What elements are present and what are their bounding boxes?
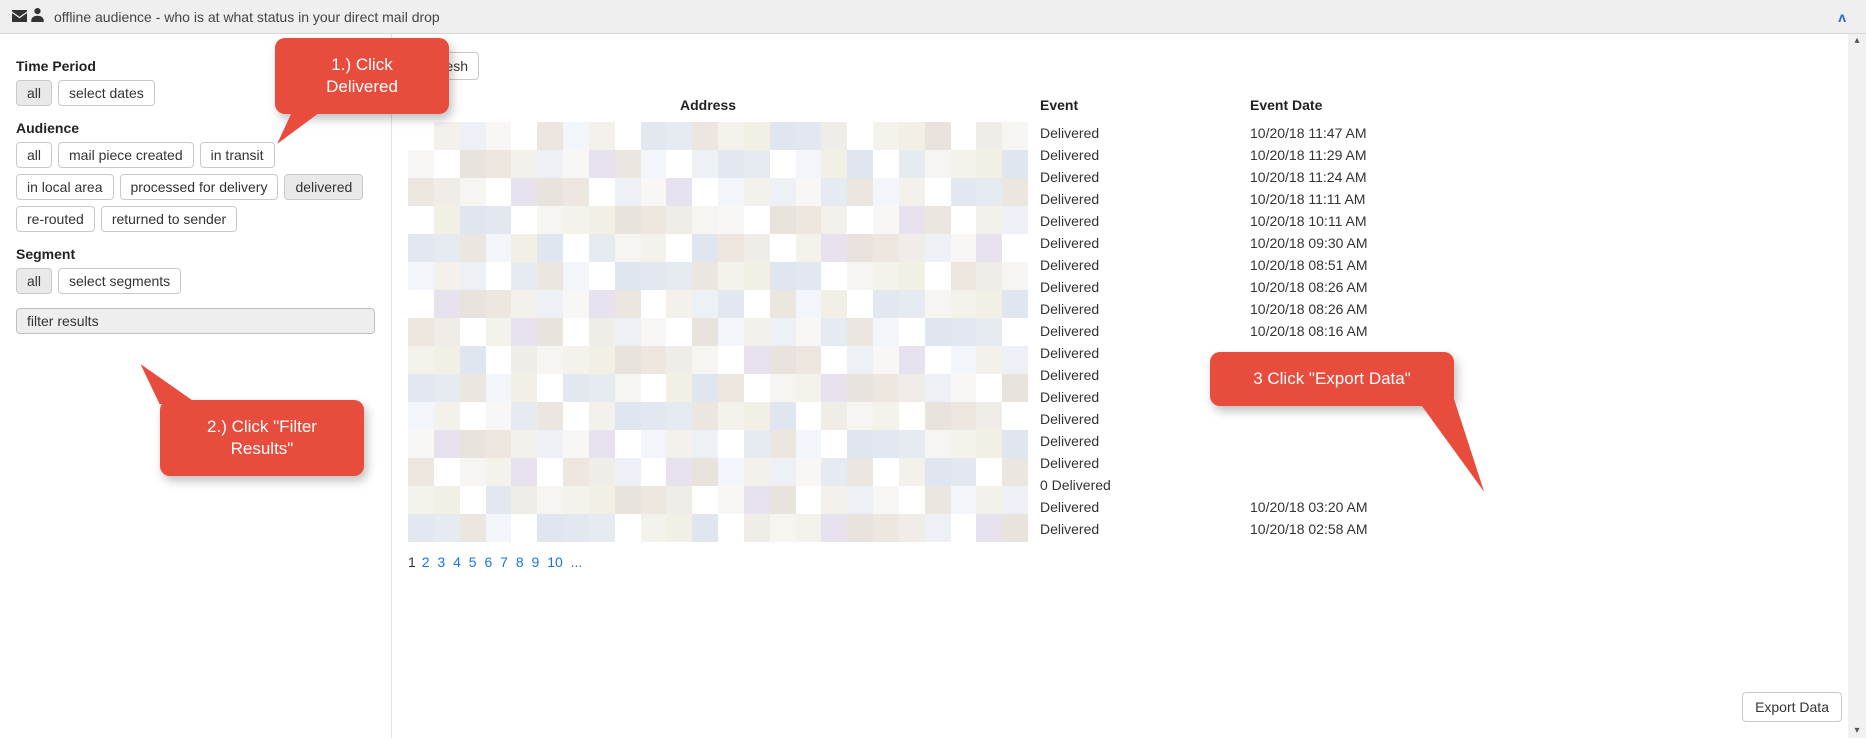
cell-event_date: 10/20/18 08:51 AM (1250, 257, 1490, 273)
cell-event: Delivered (1040, 323, 1250, 339)
table-row: Delivered (408, 386, 1850, 408)
cell-event: 0 Delivered (1040, 477, 1250, 493)
cell-event_date: 10/20/18 11:24 AM (1250, 169, 1490, 185)
collapse-toggle[interactable]: ᴧ (1838, 9, 1854, 25)
audience-processed-for-delivery[interactable]: processed for delivery (120, 174, 279, 200)
cell-event_date: 10/20/18 08:26 AM (1250, 301, 1490, 317)
audience-in-local-area[interactable]: in local area (16, 174, 114, 200)
cell-event: Delivered (1040, 411, 1250, 427)
cell-event: Delivered (1040, 125, 1250, 141)
page-link[interactable]: 5 (469, 554, 477, 570)
table-row: Delivered10/20/18 11:29 AM (408, 144, 1850, 166)
page-link[interactable]: 10 (547, 554, 563, 570)
cell-event: Delivered (1040, 499, 1250, 515)
cell-event: Delivered (1040, 279, 1250, 295)
vertical-scrollbar[interactable]: ▴ ▾ (1848, 34, 1866, 738)
table-row: Delivered10/20/18 08:51 AM (408, 254, 1850, 276)
pagination: 1 2 3 4 5 6 7 8 9 10 ... (408, 554, 1850, 570)
col-address: Address (680, 97, 1040, 113)
table-row: Delivered10/20/18 11:11 AM (408, 188, 1850, 210)
cell-event: Delivered (1040, 433, 1250, 449)
cell-event_date: 10/20/18 11:11 AM (1250, 191, 1490, 207)
audience-delivered[interactable]: delivered (284, 174, 363, 200)
filter-results-button[interactable]: filter results (16, 308, 375, 334)
cell-event: Delivered (1040, 389, 1250, 405)
scroll-down-icon[interactable]: ▾ (1854, 724, 1859, 738)
page-link[interactable]: ... (571, 554, 583, 570)
table-row: Delivered10/20/18 08:26 AM (408, 298, 1850, 320)
panel-header: offline audience - who is at what status… (0, 0, 1866, 34)
cell-event: Delivered (1040, 301, 1250, 317)
table-row: Delivered (408, 364, 1850, 386)
cell-event: Delivered (1040, 235, 1250, 251)
cell-event: Delivered (1040, 147, 1250, 163)
cell-event_date: 10/20/18 08:26 AM (1250, 279, 1490, 295)
table-row: Delivered10/20/18 03:20 AM (408, 496, 1850, 518)
table-row: Delivered (408, 430, 1850, 452)
col-name: Name (410, 97, 680, 113)
time-period-label: Time Period (16, 58, 375, 74)
audience-in-transit[interactable]: in transit (200, 142, 275, 168)
cell-event: Delivered (1040, 521, 1250, 537)
filters-sidebar: Time Period all select dates Audience al… (0, 34, 392, 738)
page-link[interactable]: 3 (437, 554, 445, 570)
refresh-button[interactable]: Refresh (408, 52, 479, 80)
table-row: Delivered10/20/18 10:11 AM (408, 210, 1850, 232)
cell-event_date: 10/20/18 10:11 AM (1250, 213, 1490, 229)
table-header: Name Address Event Event Date (408, 94, 1850, 116)
table-body: Delivered10/20/18 11:47 AMDelivered10/20… (408, 122, 1850, 540)
page-link[interactable]: 9 (532, 554, 540, 570)
cell-event_date: 10/20/18 03:20 AM (1250, 499, 1490, 515)
audience-re-routed[interactable]: re-routed (16, 206, 95, 232)
cell-event: Delivered (1040, 169, 1250, 185)
cell-event: Delivered (1040, 367, 1250, 383)
segment-group: all select segments (16, 268, 375, 294)
segment-select-segments[interactable]: select segments (58, 268, 181, 294)
results-panel: Refresh Name Address Event Event Date De… (392, 34, 1866, 738)
page-link[interactable]: 6 (484, 554, 492, 570)
cell-event: Delivered (1040, 455, 1250, 471)
table-row: Delivered10/20/18 11:47 AM (408, 122, 1850, 144)
audience-label: Audience (16, 120, 375, 136)
cell-event_date: 10/20/18 09:30 AM (1250, 235, 1490, 251)
table-row: Delivered10/20/18 11:24 AM (408, 166, 1850, 188)
segment-label: Segment (16, 246, 375, 262)
page-link[interactable]: 4 (453, 554, 461, 570)
cell-event: Delivered (1040, 257, 1250, 273)
time-period-select-dates[interactable]: select dates (58, 80, 155, 106)
page-link[interactable]: 2 (422, 554, 430, 570)
time-period-all[interactable]: all (16, 80, 52, 106)
page-current: 1 (408, 554, 416, 570)
audience-all[interactable]: all (16, 142, 52, 168)
col-event-date: Event Date (1250, 97, 1490, 113)
table-row: Delivered10/20/18 02:58 AM (408, 518, 1850, 540)
panel-title: offline audience - who is at what status… (54, 9, 440, 25)
cell-event: Delivered (1040, 191, 1250, 207)
cell-event_date: 10/20/18 11:47 AM (1250, 125, 1490, 141)
table-row: Delivered10/20/18 09:30 AM (408, 232, 1850, 254)
page-link[interactable]: 8 (516, 554, 524, 570)
table-row: Delivered (408, 408, 1850, 430)
cell-event_date: 10/20/18 08:16 AM (1250, 323, 1490, 339)
export-data-button[interactable]: Export Data (1742, 692, 1842, 722)
scroll-up-icon[interactable]: ▴ (1854, 34, 1859, 48)
cell-event_date: 10/20/18 11:29 AM (1250, 147, 1490, 163)
segment-all[interactable]: all (16, 268, 52, 294)
audience-group: all mail piece created in transit in loc… (16, 142, 375, 232)
table-row: Delivered (408, 342, 1850, 364)
user-icon (31, 8, 44, 25)
audience-mail-piece-created[interactable]: mail piece created (58, 142, 194, 168)
table-row: 0 Delivered (408, 474, 1850, 496)
envelope-icon (12, 9, 27, 25)
cell-event: Delivered (1040, 213, 1250, 229)
cell-event_date: 10/20/18 02:58 AM (1250, 521, 1490, 537)
audience-returned-to-sender[interactable]: returned to sender (101, 206, 237, 232)
page-link[interactable]: 7 (500, 554, 508, 570)
time-period-group: all select dates (16, 80, 375, 106)
table-row: Delivered10/20/18 08:26 AM (408, 276, 1850, 298)
cell-event: Delivered (1040, 345, 1250, 361)
table-row: Delivered (408, 452, 1850, 474)
table-row: Delivered10/20/18 08:16 AM (408, 320, 1850, 342)
col-event: Event (1040, 97, 1250, 113)
